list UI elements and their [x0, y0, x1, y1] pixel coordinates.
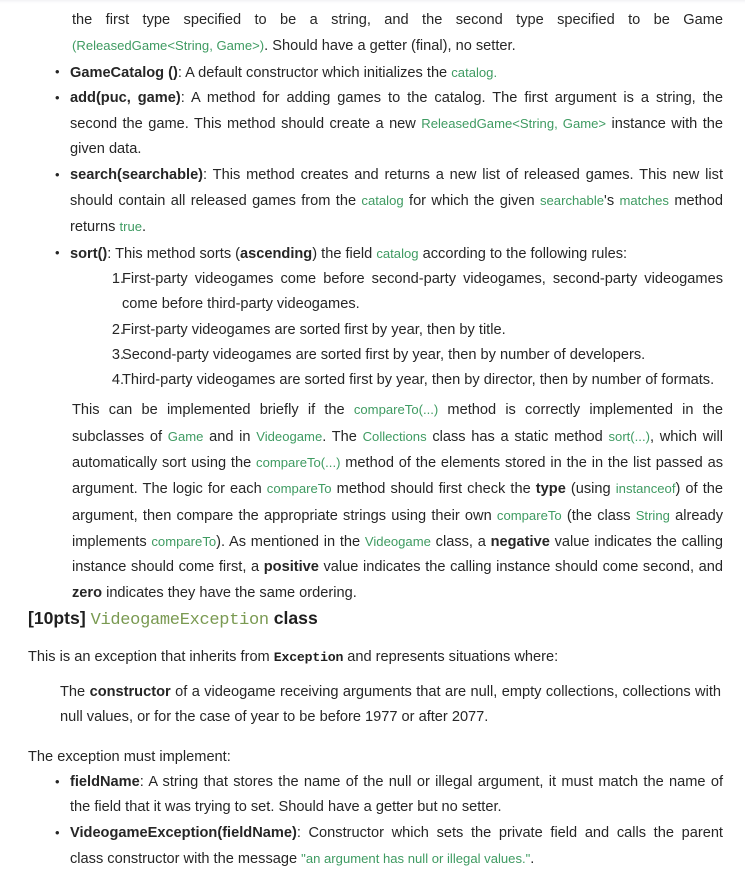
- code-matches: matches: [619, 193, 669, 209]
- impl-p4: . The: [322, 428, 363, 445]
- bullet-term-field-name: fieldName: [70, 774, 140, 791]
- code-compareto-4: compareTo: [496, 507, 562, 523]
- impl-p9: (using: [565, 481, 616, 498]
- bullet-body-search-mid: for which the given: [403, 193, 540, 210]
- impl-p11: (the class: [561, 507, 636, 524]
- code-catalog-3: catalog: [376, 245, 419, 261]
- sort-rule-2-text: First-party videogames are sorted first …: [122, 321, 506, 338]
- sort-rule-4-text: Third-party videogames are sorted first …: [122, 372, 715, 389]
- code-videogame-2: Videogame: [364, 533, 431, 549]
- bullet-term-game-catalog: GameCatalog (): [70, 64, 178, 81]
- sort-rule-4: 4. Third-party videogames are sorted fir…: [28, 368, 723, 393]
- code-string: String: [635, 507, 670, 523]
- impl-p16: value indicates the calling instance sho…: [318, 559, 724, 576]
- sort-rule-1-text: First-party videogames come before secon…: [122, 270, 723, 313]
- impl-bold-negative: negative: [490, 533, 550, 550]
- continuation-line-2-tail: . Should have a getter (final), no sette…: [264, 38, 516, 55]
- sort-rule-1-number: 1.: [111, 270, 124, 287]
- sort-rule-2-number: 2.: [111, 321, 124, 338]
- bullet-body-game-catalog-pre: : A default constructor which initialize…: [177, 64, 452, 81]
- bullet-add: add(puc, game): A method for adding game…: [28, 85, 723, 163]
- quote-pre: The: [60, 684, 90, 701]
- code-catalog-2: catalog: [361, 193, 404, 209]
- code-true: true: [119, 219, 143, 235]
- bullet-body-search-post: .: [142, 219, 147, 236]
- impl-p17: indicates they have the same ordering.: [102, 584, 357, 601]
- mono-exception: Exception: [273, 649, 344, 665]
- impl-p3: and in: [203, 428, 257, 445]
- section-heading: [10pts] VideogameException class: [28, 606, 723, 633]
- bullet-term-search: search(searchable): [70, 166, 204, 183]
- bullet-body-ctor-post: .: [530, 850, 535, 867]
- bullet-body-game-catalog-post: .: [493, 64, 498, 80]
- bullet-term-sort: sort(): [70, 245, 108, 262]
- bullet-body-sort-post: according to the following rules:: [418, 245, 628, 262]
- bullet-sort: sort(): This method sorts (ascending) th…: [28, 240, 723, 267]
- code-compareto-3: compareTo: [266, 481, 332, 497]
- code-released-game-type: (ReleasedGame<String, Game>): [72, 38, 265, 54]
- intro-post: and represents situations where:: [343, 648, 559, 665]
- code-compareto-2: compareTo(...): [256, 455, 341, 471]
- bullet-term-videogame-exception-ctor: VideogameException(fieldName): [70, 824, 297, 841]
- code-collections: Collections: [362, 428, 427, 444]
- heading-suffix: class: [273, 607, 318, 628]
- heading-class-name: VideogameException: [90, 610, 270, 630]
- document-page: the first type specified to be a string,…: [0, 0, 745, 872]
- constructor-condition-block: The constructor of a videogame receiving…: [60, 680, 721, 731]
- quote-bold-constructor: constructor: [89, 684, 171, 701]
- sort-rule-1: 1. First-party videogames come before se…: [28, 267, 723, 318]
- impl-p13: ). As mentioned in the: [216, 533, 365, 550]
- implementation-note-paragraph: This can be implemented briefly if the c…: [72, 397, 723, 605]
- bullet-term-add: add(puc, game): [70, 89, 181, 106]
- code-game: Game: [167, 428, 204, 444]
- bullet-bold-ascending: ascending: [240, 245, 313, 262]
- exception-intro-paragraph: This is an exception that inherits from …: [28, 645, 723, 670]
- code-released-game-generic: ReleasedGame<String, Game>: [421, 116, 607, 132]
- must-implement-label: The exception must implement:: [28, 748, 231, 765]
- continuation-paragraph: the first type specified to be a string,…: [72, 8, 723, 60]
- continuation-line-1: the first type specified to be a string,…: [72, 12, 723, 28]
- code-videogame-1: Videogame: [256, 428, 323, 444]
- code-searchable: searchable: [539, 193, 605, 209]
- bullet-game-catalog: GameCatalog (): A default constructor wh…: [28, 59, 723, 86]
- code-sort: sort(...): [608, 428, 650, 444]
- intro-pre: This is an exception that inherits from: [28, 648, 274, 665]
- impl-p14: class, a: [430, 533, 491, 550]
- method-bullet-list: GameCatalog (): A default constructor wh…: [28, 59, 723, 267]
- code-instanceof: instanceof: [615, 481, 676, 497]
- bullet-body-field-name: : A string that stores the name of the n…: [70, 774, 723, 816]
- sort-rule-3: 3. Second-party videogames are sorted fi…: [28, 343, 723, 368]
- impl-bold-positive: positive: [263, 559, 319, 576]
- bullet-field-name: fieldName: A string that stores the name…: [28, 769, 723, 821]
- impl-bold-type: type: [535, 481, 566, 498]
- exception-bullet-list: fieldName: A string that stores the name…: [28, 769, 723, 872]
- sort-rule-2: 2. First-party videogames are sorted fir…: [28, 318, 723, 343]
- bullet-videogame-exception-ctor: VideogameException(fieldName): Construct…: [28, 820, 723, 872]
- bullet-search: search(searchable): This method creates …: [28, 162, 723, 241]
- heading-points-badge: [10pts]: [28, 607, 86, 628]
- sort-rule-3-text: Second-party videogames are sorted first…: [122, 346, 646, 363]
- sort-rule-4-number: 4.: [111, 372, 124, 389]
- code-catalog-1: catalog: [451, 64, 494, 80]
- impl-p5: class has a static method: [426, 428, 609, 445]
- code-compareto-1: compareTo(...): [353, 402, 439, 418]
- bullet-body-search-mid2: 's: [604, 193, 620, 210]
- code-compareto-5: compareTo: [151, 533, 217, 549]
- code-exception-message: "an argument has null or illegal values.…: [301, 850, 531, 866]
- bullet-body-sort-pre: : This method sorts (: [107, 245, 241, 262]
- impl-p8: method should first check the: [331, 481, 536, 498]
- sort-rule-3-number: 3.: [111, 346, 124, 363]
- bullet-body-sort-mid: ) the field: [312, 245, 377, 262]
- impl-bold-zero: zero: [72, 584, 103, 601]
- impl-p1: This can be implemented briefly if the: [72, 402, 354, 419]
- sort-rules-list: 1. First-party videogames come before se…: [28, 267, 723, 393]
